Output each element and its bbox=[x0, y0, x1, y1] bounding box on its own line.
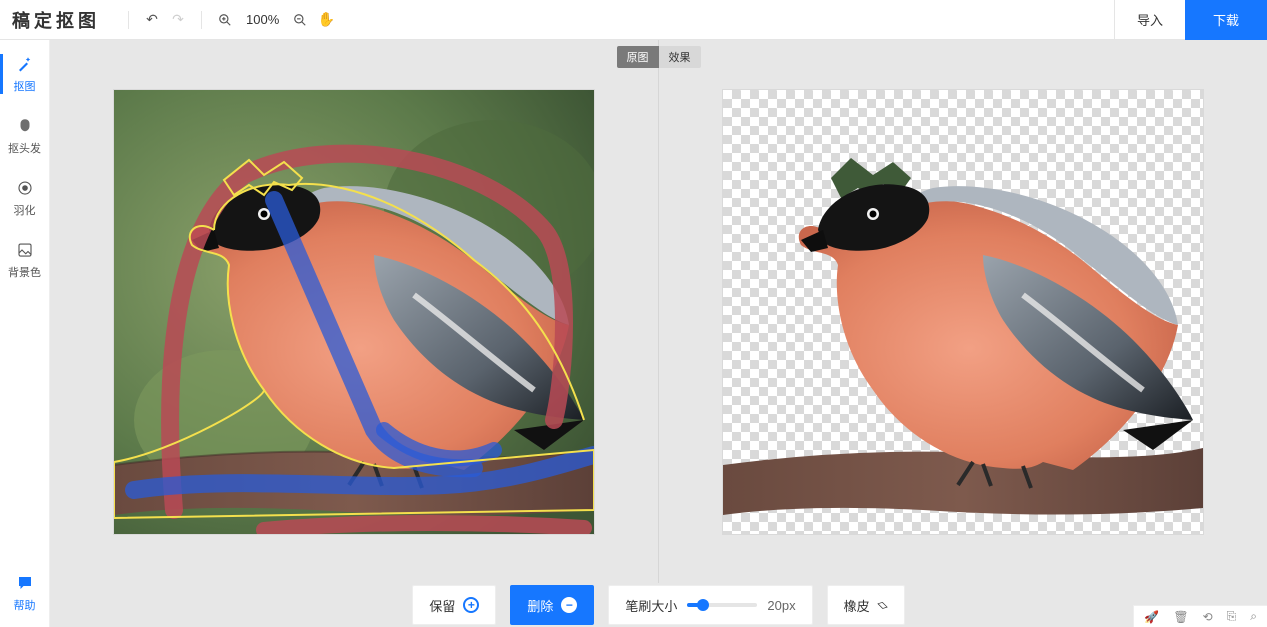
rail-label: 羽化 bbox=[14, 202, 36, 218]
zoom-out-button[interactable] bbox=[287, 7, 313, 33]
app-logo: 稿定抠图 bbox=[12, 7, 100, 33]
import-button[interactable]: 导入 bbox=[1114, 0, 1185, 40]
pan-hand-button[interactable]: ✋ bbox=[313, 7, 339, 33]
rail-label: 背景色 bbox=[8, 264, 41, 280]
divider bbox=[128, 11, 129, 29]
undo-button[interactable]: ↶ bbox=[139, 7, 165, 33]
eraser-label: 橡皮 bbox=[844, 596, 870, 615]
download-button[interactable]: 下载 bbox=[1185, 0, 1267, 40]
divider bbox=[201, 11, 202, 29]
feather-icon bbox=[15, 178, 35, 198]
tab-original[interactable]: 原图 bbox=[617, 46, 659, 68]
eraser-icon: ▱ bbox=[873, 596, 891, 614]
brush-label: 笔刷大小 bbox=[625, 596, 677, 615]
zoom-level: 100% bbox=[246, 12, 279, 27]
mini-search-icon[interactable]: ⌕ bbox=[1250, 609, 1257, 624]
keep-label: 保留 bbox=[429, 596, 455, 615]
original-image bbox=[114, 90, 594, 534]
plus-icon: + bbox=[463, 597, 479, 613]
stage: 原图 效果 bbox=[50, 40, 1267, 627]
rail-item-cutout[interactable]: 抠图 bbox=[0, 54, 50, 94]
rail-item-background[interactable]: 背景色 bbox=[0, 240, 50, 280]
remove-tool-button[interactable]: 删除 − bbox=[510, 585, 594, 625]
rail-item-feather[interactable]: 羽化 bbox=[0, 178, 50, 218]
result-image bbox=[723, 90, 1203, 534]
hair-icon bbox=[15, 116, 35, 136]
zoom-in-button[interactable] bbox=[212, 7, 238, 33]
canvas-original[interactable] bbox=[50, 40, 658, 583]
mini-rocket-icon[interactable]: 🚀 bbox=[1144, 610, 1159, 624]
rail-label: 抠头发 bbox=[8, 140, 41, 156]
status-mini-rail: 🚀 🗑 ⟲ ⎘ ⌕ bbox=[1133, 605, 1267, 627]
mini-trash-icon[interactable]: 🗑 bbox=[1173, 610, 1188, 624]
tool-rail: 抠图 抠头发 羽化 背景色 帮助 bbox=[0, 40, 50, 627]
canvas-row bbox=[50, 40, 1267, 583]
rail-item-hair[interactable]: 抠头发 bbox=[0, 116, 50, 156]
canvas-result[interactable] bbox=[658, 40, 1267, 583]
brush-size-slider[interactable] bbox=[687, 603, 757, 607]
mini-copy-icon[interactable]: ⎘ bbox=[1227, 609, 1237, 624]
brush-value: 20px bbox=[767, 598, 795, 613]
bottom-toolbar: 保留 + 删除 − 笔刷大小 20px 橡皮 ▱ bbox=[50, 583, 1267, 627]
chat-icon bbox=[15, 573, 35, 593]
view-tabs: 原图 效果 bbox=[617, 46, 701, 68]
redo-button[interactable]: ↷ bbox=[165, 7, 191, 33]
mini-refresh-icon[interactable]: ⟲ bbox=[1203, 610, 1213, 624]
top-bar: 稿定抠图 ↶ ↷ 100% ✋ 导入 下载 bbox=[0, 0, 1267, 40]
remove-label: 删除 bbox=[527, 596, 553, 615]
wand-icon bbox=[15, 54, 35, 74]
rail-label: 抠图 bbox=[14, 78, 36, 94]
eraser-tool-button[interactable]: 橡皮 ▱ bbox=[827, 585, 905, 625]
keep-tool-button[interactable]: 保留 + bbox=[412, 585, 496, 625]
rail-item-feedback[interactable]: 帮助 bbox=[0, 573, 50, 613]
rail-label: 帮助 bbox=[14, 597, 36, 613]
tab-result[interactable]: 效果 bbox=[659, 46, 701, 68]
brush-size-control: 笔刷大小 20px bbox=[608, 585, 812, 625]
main-area: 抠图 抠头发 羽化 背景色 帮助 bbox=[0, 40, 1267, 627]
background-icon bbox=[15, 240, 35, 260]
minus-icon: − bbox=[561, 597, 577, 613]
